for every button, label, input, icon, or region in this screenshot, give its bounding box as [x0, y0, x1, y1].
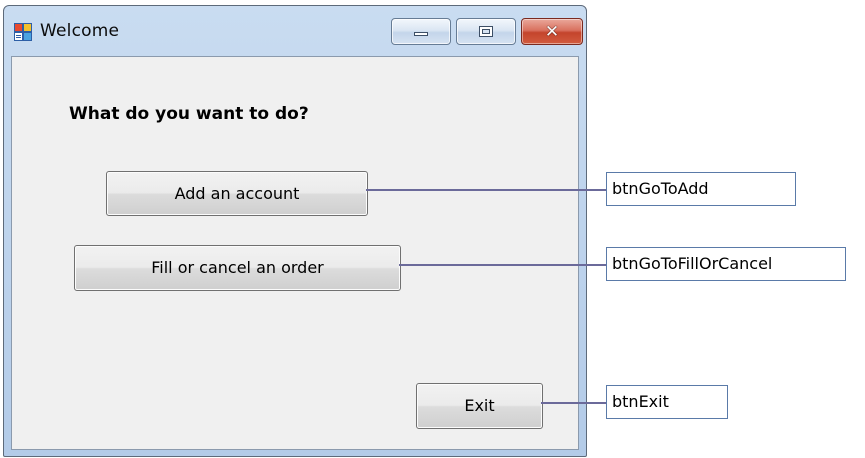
- minimize-button[interactable]: [391, 18, 451, 45]
- figure: Welcome ✕ What do you want to do? Add an…: [0, 0, 865, 458]
- callout-btn-go-to-add: btnGoToAdd: [606, 172, 796, 206]
- callout-line-add: [366, 189, 607, 191]
- fill-cancel-order-button[interactable]: Fill or cancel an order: [74, 245, 401, 291]
- maximize-button[interactable]: [456, 18, 516, 45]
- welcome-window: Welcome ✕ What do you want to do? Add an…: [3, 5, 587, 457]
- winforms-app-icon: [14, 23, 32, 41]
- window-title: Welcome: [40, 21, 120, 41]
- close-button[interactable]: ✕: [521, 18, 583, 45]
- exit-button[interactable]: Exit: [416, 383, 543, 429]
- maximize-icon: [479, 26, 493, 37]
- form-client-area: What do you want to do? Add an account F…: [11, 56, 579, 450]
- prompt-label: What do you want to do?: [69, 104, 309, 124]
- add-account-button[interactable]: Add an account: [106, 171, 368, 216]
- callout-btn-exit: btnExit: [606, 385, 728, 419]
- title-bar[interactable]: Welcome ✕: [4, 6, 586, 56]
- callout-line-exit: [541, 402, 607, 404]
- close-icon: ✕: [544, 22, 560, 42]
- minimize-icon: [414, 32, 428, 36]
- callout-line-fill-cancel: [399, 264, 607, 266]
- callout-btn-go-to-fill-or-cancel: btnGoToFillOrCancel: [606, 247, 846, 281]
